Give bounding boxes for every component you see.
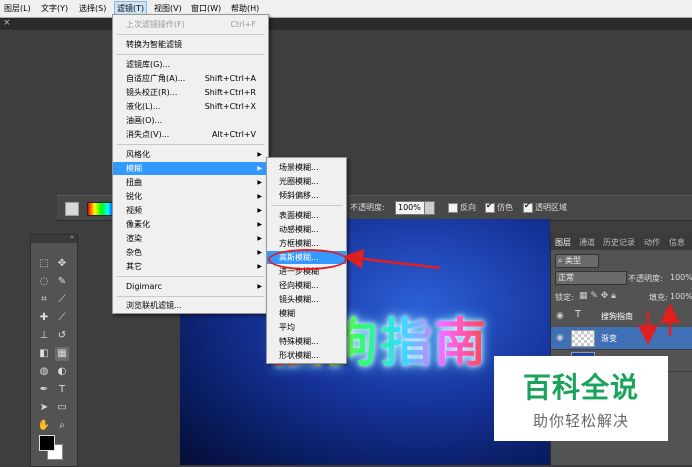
watermark-subtitle: 助你轻松解决 bbox=[532, 412, 629, 430]
watermark-title: 百科全说 bbox=[522, 371, 639, 404]
watermark-logo: 百科全说 助你轻松解决 bbox=[494, 356, 668, 441]
arrow-to-gaussian-blur bbox=[343, 248, 441, 270]
